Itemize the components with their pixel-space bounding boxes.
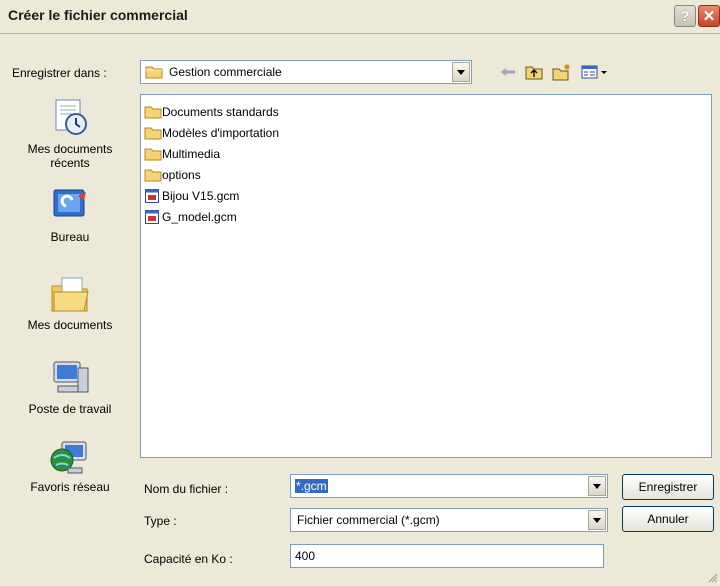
- capacity-value: 400: [295, 549, 316, 563]
- back-arrow-icon[interactable]: [498, 62, 518, 82]
- type-label: Type :: [144, 514, 177, 528]
- chevron-down-icon: [593, 517, 601, 523]
- gcm-file-icon: [144, 188, 160, 204]
- filename-dropdown-button[interactable]: [588, 476, 606, 496]
- list-item-label: Multimedia: [162, 147, 221, 161]
- my-computer-icon: [48, 356, 92, 400]
- place-label-my-computer: Poste de travail: [28, 402, 112, 416]
- close-icon: ✕: [702, 8, 716, 25]
- save-in-dropdown-button[interactable]: [452, 62, 470, 82]
- view-menu-icon[interactable]: [580, 62, 610, 82]
- place-network[interactable]: Favoris réseau: [8, 434, 132, 494]
- my-documents-icon: [48, 272, 92, 316]
- close-button[interactable]: ✕: [698, 5, 720, 27]
- list-item[interactable]: Bijou V15.gcm: [144, 186, 239, 206]
- place-desktop[interactable]: Bureau: [8, 184, 132, 244]
- list-item-label: Modèles d'importation: [162, 126, 280, 140]
- place-my-computer[interactable]: Poste de travail: [8, 356, 132, 416]
- filename-label: Nom du fichier :: [144, 482, 229, 496]
- type-select[interactable]: Fichier commercial (*.gcm): [290, 508, 608, 532]
- capacity-input[interactable]: 400: [290, 544, 604, 568]
- capacity-label: Capacité en Ko :: [144, 552, 233, 566]
- place-label-desktop: Bureau: [50, 230, 90, 244]
- folder-icon: [144, 167, 162, 183]
- window-title: Créer le fichier commercial: [8, 7, 188, 23]
- chevron-down-icon: [593, 483, 601, 489]
- save-in-combobox[interactable]: Gestion commerciale: [140, 60, 472, 84]
- folder-icon: [144, 125, 162, 141]
- title-bar[interactable]: Créer le fichier commercial ? ✕: [0, 0, 720, 34]
- network-places-icon: [48, 434, 92, 478]
- chevron-down-icon: [457, 69, 465, 75]
- gcm-file-icon: [144, 209, 160, 225]
- place-label-network: Favoris réseau: [30, 480, 110, 494]
- place-my-documents[interactable]: Mes documents: [8, 272, 132, 332]
- list-item[interactable]: Multimedia: [144, 144, 220, 164]
- filename-input[interactable]: *.gcm: [290, 474, 608, 498]
- list-item-label: G_model.gcm: [162, 210, 237, 224]
- folder-icon: [144, 104, 162, 120]
- new-folder-icon[interactable]: [552, 62, 572, 82]
- help-button[interactable]: ?: [674, 5, 696, 27]
- help-icon: ?: [680, 7, 690, 25]
- list-item-label: options: [162, 168, 201, 182]
- list-item[interactable]: Documents standards: [144, 102, 279, 122]
- place-label-my-documents: Mes documents: [27, 318, 113, 332]
- resize-grip-icon[interactable]: [708, 572, 718, 583]
- list-item[interactable]: G_model.gcm: [144, 207, 237, 227]
- save-button[interactable]: Enregistrer: [622, 474, 714, 500]
- list-item[interactable]: Modèles d'importation: [144, 123, 279, 143]
- list-item-label: Bijou V15.gcm: [162, 189, 240, 203]
- filename-value: *.gcm: [295, 479, 328, 493]
- save-in-label: Enregistrer dans :: [12, 66, 107, 80]
- place-label-recent: Mes documents récents: [27, 142, 113, 170]
- list-item-label: Documents standards: [162, 105, 279, 119]
- up-folder-icon[interactable]: [524, 62, 544, 82]
- places-bar: Mes documents récents Bureau Mes documen…: [8, 94, 132, 494]
- cancel-button[interactable]: Annuler: [622, 506, 714, 532]
- desktop-icon: [48, 184, 92, 228]
- save-dialog: Créer le fichier commercial ? ✕ Enregist…: [0, 0, 720, 584]
- type-dropdown-button[interactable]: [588, 510, 606, 530]
- recent-documents-icon: [48, 96, 92, 140]
- place-recent-documents[interactable]: Mes documents récents: [8, 96, 132, 170]
- type-value: Fichier commercial (*.gcm): [297, 513, 440, 527]
- list-item[interactable]: options: [144, 165, 201, 185]
- save-in-value: Gestion commerciale: [169, 65, 282, 79]
- folder-icon: [144, 146, 162, 162]
- file-list[interactable]: Documents standards Modèles d'importatio…: [140, 94, 712, 458]
- folder-icon: [145, 64, 163, 80]
